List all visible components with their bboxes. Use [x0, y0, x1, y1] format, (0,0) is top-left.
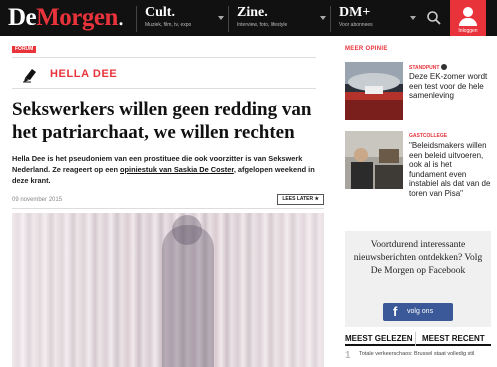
- nav-zine-subtitle: Interview, foto, lifestyle: [237, 22, 288, 28]
- nav-dm-plus[interactable]: DM+ Voor abonnees: [330, 6, 416, 32]
- tab-most-read[interactable]: MEEST GELEZEN: [345, 332, 413, 346]
- nav-zine-title: Zine.: [237, 5, 268, 20]
- search-icon: [427, 11, 441, 25]
- article-headline: Sekswerkers willen geen redding van het …: [12, 99, 312, 143]
- logo-text-de: De: [8, 4, 37, 31]
- chevron-down-icon: [410, 16, 416, 20]
- pen-icon: [23, 69, 36, 83]
- user-icon-body: [459, 18, 477, 26]
- nav-cult[interactable]: Cult. Muziek, film, tv, expo: [136, 6, 224, 32]
- author-row: HELLA DEE: [12, 57, 316, 89]
- nav-dm-plus-title: DM+: [339, 5, 371, 20]
- opinion-title[interactable]: Deze EK-zomer wordt een test voor de hel…: [409, 72, 491, 101]
- nav-cult-subtitle: Muziek, film, tv, expo: [145, 22, 192, 28]
- speaker-thumbnail: [345, 131, 403, 189]
- opinion-item[interactable]: STANDPUNT Deze EK-zomer wordt een test v…: [345, 62, 491, 122]
- list-item[interactable]: 1 Totale verkeerschaos: Brussel staat vo…: [345, 350, 491, 367]
- opinion-tag-text: STANDPUNT: [409, 65, 440, 71]
- read-later-button[interactable]: LEES LATER ★: [277, 194, 324, 205]
- top-navigation-bar: DeMorgen. Cult. Muziek, film, tv, expo Z…: [0, 0, 497, 36]
- opinion-title[interactable]: "Beleidsmakers willen een beleid uitvoer…: [409, 141, 491, 198]
- article-hero-image: [12, 213, 324, 367]
- tab-most-recent[interactable]: MEEST RECENT: [415, 332, 491, 346]
- list-number: 1: [345, 350, 351, 361]
- opinion-tag: GASTCOLLEGE: [409, 133, 448, 139]
- facebook-icon: f: [393, 304, 398, 319]
- stadium-thumbnail: [345, 62, 403, 120]
- opinion-link[interactable]: opiniestuk van Saskia De Coster: [120, 165, 234, 174]
- opinion-item[interactable]: GASTCOLLEGE "Beleidsmakers willen een be…: [345, 131, 491, 223]
- logo-text-morgen: Morgen: [36, 4, 118, 31]
- curtain-light: [12, 213, 324, 367]
- opinion-tag: STANDPUNT: [409, 64, 448, 71]
- article-meta: 09 november 2015 LEES LATER ★: [12, 193, 324, 209]
- logo-dot: .: [117, 4, 124, 31]
- author-name[interactable]: HELLA DEE: [50, 68, 117, 80]
- login-button[interactable]: Inloggen: [450, 0, 486, 36]
- facebook-promo-text: Voortdurend interessante nieuwsberichten…: [353, 240, 483, 276]
- more-opinion-heading: MEER OPINIE: [345, 46, 388, 52]
- facebook-promo: Voortdurend interessante nieuwsberichten…: [345, 231, 491, 327]
- article-intro: Hella Dee is het pseudoniem van een pros…: [12, 153, 324, 186]
- chevron-down-icon: [320, 16, 326, 20]
- nav-dm-plus-subtitle: Voor abonnees: [339, 22, 373, 28]
- chevron-down-icon: [218, 16, 224, 20]
- facebook-follow-button[interactable]: f volg ons: [383, 303, 453, 321]
- most-tabs: MEEST GELEZEN MEEST RECENT: [345, 332, 491, 346]
- site-logo[interactable]: DeMorgen.: [8, 4, 124, 32]
- user-icon: [463, 7, 473, 17]
- nav-cult-title: Cult.: [145, 5, 175, 20]
- publish-date: 09 november 2015: [12, 197, 63, 203]
- list-text: Totale verkeerschaos: Brussel staat voll…: [359, 351, 475, 357]
- nav-zine[interactable]: Zine. Interview, foto, lifestyle: [228, 6, 326, 32]
- search-button[interactable]: [425, 9, 443, 27]
- follow-label: volg ons: [407, 308, 434, 315]
- bullet-icon: [441, 64, 448, 70]
- category-badge[interactable]: FORUM: [12, 46, 37, 53]
- login-label: Inloggen: [458, 28, 478, 34]
